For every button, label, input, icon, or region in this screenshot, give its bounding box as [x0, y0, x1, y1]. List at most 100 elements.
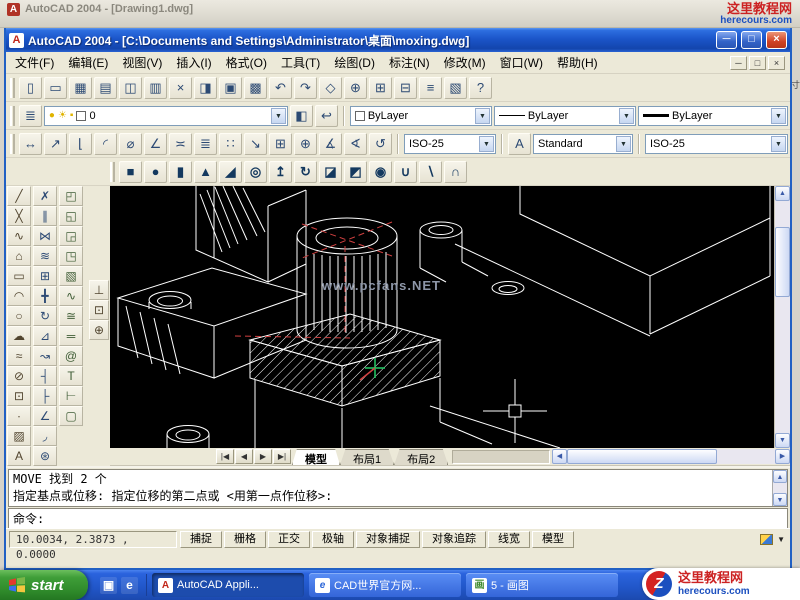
- communication-center-icon[interactable]: [760, 534, 774, 545]
- offset-button[interactable]: ≋: [33, 246, 57, 266]
- vertical-scrollbar[interactable]: ▲ ▼: [774, 186, 790, 448]
- undo-button[interactable]: ↶: [269, 76, 292, 99]
- slice-button[interactable]: ◪: [319, 160, 342, 183]
- fillet-button[interactable]: ◞: [33, 426, 57, 446]
- redo-button[interactable]: ↷: [294, 76, 317, 99]
- spline-button[interactable]: ≈: [7, 346, 31, 366]
- toolbar-drag-handle[interactable]: [110, 161, 115, 182]
- lineweight-combo-arrow[interactable]: ▼: [771, 107, 786, 124]
- pan-realtime-button[interactable]: ◇: [319, 76, 342, 99]
- taskbar-button-browser[interactable]: e CAD世界官方网...: [309, 573, 461, 597]
- baseline-dimension-button[interactable]: ≣: [194, 132, 217, 155]
- menu-help[interactable]: 帮助(H): [550, 54, 605, 72]
- horizontal-scrollbar[interactable]: ◀ ▶: [552, 449, 790, 464]
- quick-dimension-button[interactable]: ≍: [169, 132, 192, 155]
- plot-button[interactable]: ▤: [94, 76, 117, 99]
- mirror-button[interactable]: ⋈: [33, 226, 57, 246]
- cone-solid-button[interactable]: ▲: [194, 160, 217, 183]
- revolve-button[interactable]: ↻: [294, 160, 317, 183]
- tab-layout1[interactable]: 布局1: [340, 449, 395, 465]
- array-button[interactable]: ⊞: [33, 266, 57, 286]
- layer-combo-arrow[interactable]: ▼: [270, 107, 286, 124]
- show-desktop-icon[interactable]: ▣: [100, 576, 117, 594]
- polyline-button[interactable]: ∿: [7, 226, 31, 246]
- distance-button[interactable]: ⊢: [59, 386, 83, 406]
- chamfer-button[interactable]: ∠: [33, 406, 57, 426]
- linetype-combo[interactable]: ByLayer ▼: [493, 105, 636, 126]
- toolbar-drag-handle[interactable]: [10, 105, 15, 126]
- explode-button[interactable]: ⊛: [33, 446, 57, 466]
- draworder-under-button[interactable]: ◳: [59, 246, 83, 266]
- scroll-down-button[interactable]: ▼: [775, 433, 790, 448]
- zoom-realtime-button[interactable]: ⊕: [344, 76, 367, 99]
- draworder-back-button[interactable]: ◱: [59, 206, 83, 226]
- subtract-button[interactable]: ∖: [419, 160, 442, 183]
- draworder-front-button[interactable]: ◰: [59, 186, 83, 206]
- start-button[interactable]: start: [0, 570, 88, 600]
- scroll-up-button[interactable]: ▲: [775, 186, 790, 201]
- erase-button[interactable]: ✗: [33, 186, 57, 206]
- construction-line-button[interactable]: ╳: [7, 206, 31, 226]
- tab-layout2[interactable]: 布局2: [394, 449, 449, 465]
- command-scrollbar[interactable]: ▲ ▼: [772, 470, 787, 506]
- insert-block-button[interactable]: ⊡: [7, 386, 31, 406]
- dimension-text-edit-button[interactable]: ∢: [344, 132, 367, 155]
- maximize-button[interactable]: □: [741, 31, 762, 49]
- zoom-previous-button[interactable]: ⊟: [394, 76, 417, 99]
- hatch-button[interactable]: ▨: [7, 426, 31, 446]
- layer-previous-button[interactable]: ↩: [314, 104, 338, 127]
- doc-close-button[interactable]: ×: [768, 55, 785, 70]
- zoom-window-button[interactable]: ⊞: [369, 76, 392, 99]
- horizontal-scroll-thumb[interactable]: [567, 449, 717, 464]
- menu-view[interactable]: 视图(V): [115, 54, 169, 72]
- text-style-combo[interactable]: Standard ▼: [533, 133, 633, 154]
- interfere-button[interactable]: ◉: [369, 160, 392, 183]
- tolerance-button[interactable]: ⊞: [269, 132, 292, 155]
- command-scroll-up-button[interactable]: ▲: [773, 470, 787, 483]
- polygon-button[interactable]: ⌂: [7, 246, 31, 266]
- intersect-button[interactable]: ∩: [444, 160, 467, 183]
- continue-dimension-button[interactable]: ∷: [219, 132, 242, 155]
- doc-restore-button[interactable]: □: [749, 55, 766, 70]
- scroll-left-button[interactable]: ◀: [552, 449, 567, 464]
- rotate-button[interactable]: ↻: [33, 306, 57, 326]
- help-button[interactable]: ?: [469, 76, 492, 99]
- copy-object-button[interactable]: ∥: [33, 206, 57, 226]
- rectangle-button[interactable]: ▭: [7, 266, 31, 286]
- dimension-update-button[interactable]: ↺: [369, 132, 392, 155]
- edit-text-button[interactable]: T: [59, 366, 83, 386]
- status-polar-button[interactable]: 极轴: [312, 531, 354, 548]
- layer-combo[interactable]: ● ☀ ▪ 0 ▼: [43, 105, 288, 126]
- new-file-button[interactable]: ▯: [19, 76, 42, 99]
- status-menu-arrow[interactable]: ▼: [777, 535, 785, 544]
- menu-edit[interactable]: 编辑(E): [61, 54, 115, 72]
- previous-tab-button[interactable]: ◀: [235, 449, 253, 464]
- trim-button[interactable]: ┤: [33, 366, 57, 386]
- make-object-layer-current-button[interactable]: ◧: [289, 104, 313, 127]
- angular-dimension-button[interactable]: ∠: [144, 132, 167, 155]
- center-mark-button[interactable]: ⊕: [294, 132, 317, 155]
- arc-button[interactable]: ◠: [7, 286, 31, 306]
- area-button[interactable]: ▢: [59, 406, 83, 426]
- status-ortho-button[interactable]: 正交: [268, 531, 310, 548]
- section-button[interactable]: ◩: [344, 160, 367, 183]
- edit-attribute-button[interactable]: @: [59, 346, 83, 366]
- menu-insert[interactable]: 插入(I): [169, 54, 218, 72]
- open-file-button[interactable]: ▭: [44, 76, 67, 99]
- paste-button[interactable]: ▣: [219, 76, 242, 99]
- box-solid-button[interactable]: ■: [119, 160, 142, 183]
- menu-dimension[interactable]: 标注(N): [382, 54, 437, 72]
- copy-button[interactable]: ◨: [194, 76, 217, 99]
- menu-modify[interactable]: 修改(M): [437, 54, 493, 72]
- designcenter-button[interactable]: ▧: [444, 76, 467, 99]
- taskbar-button-paint[interactable]: 画 5 - 画图: [466, 573, 618, 597]
- move-button[interactable]: ╋: [33, 286, 57, 306]
- command-input[interactable]: 命令:: [8, 508, 788, 529]
- menu-window[interactable]: 窗口(W): [493, 54, 550, 72]
- edit-polyline-button[interactable]: ∿: [59, 286, 83, 306]
- current-dim-style-combo-arrow[interactable]: ▼: [771, 135, 786, 152]
- named-ucs-button[interactable]: ⊡: [89, 300, 109, 320]
- line-tool-button[interactable]: ╱: [7, 186, 31, 206]
- save-button[interactable]: ▦: [69, 76, 92, 99]
- first-tab-button[interactable]: |◀: [216, 449, 234, 464]
